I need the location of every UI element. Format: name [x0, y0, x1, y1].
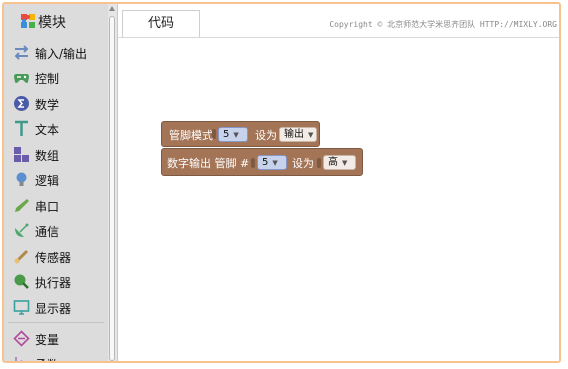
letter-t-icon	[15, 120, 28, 136]
dropdown-value: 5	[223, 129, 230, 140]
chevron-down-icon: ▼	[272, 159, 278, 167]
chevron-down-icon: ▼	[308, 131, 314, 139]
bulb-icon	[16, 172, 27, 186]
satellite-icon	[15, 223, 29, 237]
scroll-up-arrow-icon[interactable]	[109, 6, 115, 11]
category-label: 数学	[35, 98, 60, 112]
category-label: 通信	[35, 225, 60, 239]
category-array[interactable]: 数组	[4, 143, 108, 168]
toolbox-header: 模块	[4, 4, 108, 36]
category-label: 显示器	[35, 302, 72, 316]
actuator-icon	[14, 274, 29, 289]
block-label: 设为	[255, 129, 277, 142]
category-functions[interactable]: fx 函数	[4, 352, 108, 363]
category-label: 数组	[35, 149, 60, 163]
toolbox-sidebar: 模块 输入/输出 控制 数学 文本 数组 逻辑 串口 通信 传感器 执行器 显示…	[4, 4, 118, 361]
scrollbar-thumb[interactable]	[109, 16, 115, 361]
grid-blocks-icon	[14, 147, 29, 162]
input-connector	[317, 158, 321, 168]
category-label: 文本	[35, 123, 60, 137]
category-actuator[interactable]: 执行器	[4, 270, 108, 295]
arrows-swap-icon	[14, 45, 29, 60]
block-label: 数字输出 管脚 #	[167, 157, 250, 170]
toolbox-title: 模块	[38, 15, 66, 31]
level-dropdown[interactable]: 高 ▼	[323, 155, 356, 170]
pen-icon	[15, 199, 29, 212]
category-label: 串口	[35, 200, 60, 214]
category-variables[interactable]: 变量	[4, 327, 108, 352]
category-text[interactable]: 文本	[4, 117, 108, 142]
category-label: 控制	[35, 72, 60, 86]
category-control[interactable]: 控制	[4, 66, 108, 91]
function-icon: fx	[15, 357, 27, 363]
pin-dropdown[interactable]: 5 ▼	[218, 127, 248, 142]
input-connector	[212, 129, 216, 139]
puzzle-logo-icon	[21, 14, 35, 28]
category-logic[interactable]: 逻辑	[4, 168, 108, 193]
category-math[interactable]: 数学	[4, 92, 108, 117]
sensor-icon	[14, 249, 29, 264]
category-label: 变量	[35, 333, 60, 347]
digital-write-block[interactable]: 数字输出 管脚 # 5 ▼ 设为 高 ▼	[161, 148, 363, 176]
chevron-down-icon: ▼	[233, 131, 239, 139]
category-sensor[interactable]: 传感器	[4, 245, 108, 270]
sigma-icon	[14, 96, 29, 111]
chevron-down-icon: ▼	[342, 159, 348, 167]
category-serial[interactable]: 串口	[4, 194, 108, 219]
pin-mode-block[interactable]: 管脚模式 5 ▼ 设为 输出 ▼	[161, 121, 320, 147]
input-connector	[251, 158, 255, 168]
category-label: 输入/输出	[35, 47, 88, 61]
mode-dropdown[interactable]: 输出 ▼	[279, 127, 317, 142]
toolbox-scrollbar[interactable]	[108, 4, 117, 361]
svg-text:fx: fx	[19, 360, 27, 363]
category-divider	[8, 322, 104, 323]
tab-label: 代码	[147, 16, 174, 31]
category-label: 函数	[35, 356, 59, 361]
pin-dropdown[interactable]: 5 ▼	[257, 155, 287, 170]
dropdown-value: 5	[262, 157, 269, 168]
block-label: 管脚模式	[169, 129, 213, 142]
category-display[interactable]: 显示器	[4, 296, 108, 321]
app-frame: 模块 输入/输出 控制 数学 文本 数组 逻辑 串口 通信 传感器 执行器 显示…	[2, 2, 561, 363]
gamepad-icon	[14, 74, 29, 83]
tab-code[interactable]: 代码	[122, 10, 200, 37]
variable-icon	[13, 330, 30, 347]
tab-bar: 代码 Copyright © 北京师范大学米思齐团队 HTTP://MIXLY.…	[118, 4, 559, 38]
category-io[interactable]: 输入/输出	[4, 41, 108, 66]
block-label: 设为	[292, 157, 314, 170]
category-comm[interactable]: 通信	[4, 219, 108, 244]
dropdown-value: 高	[328, 157, 338, 168]
category-label: 逻辑	[35, 174, 60, 188]
monitor-icon	[13, 300, 30, 315]
copyright-text: Copyright © 北京师范大学米思齐团队 HTTP://MIXLY.ORG	[329, 20, 557, 29]
dropdown-value: 输出	[284, 129, 304, 140]
blocks-workspace[interactable]: 管脚模式 5 ▼ 设为 输出 ▼ 数字输出 管脚 # 5 ▼ 设为 高 ▼	[118, 38, 559, 361]
category-label: 传感器	[35, 251, 72, 265]
category-label: 执行器	[35, 276, 72, 290]
